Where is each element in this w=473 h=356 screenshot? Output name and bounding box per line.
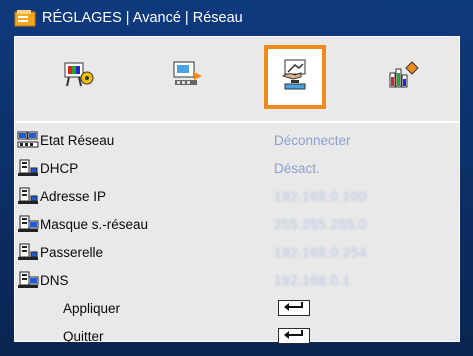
row-dhcp[interactable]: DHCP Désact. [15,156,459,180]
row-gateway[interactable]: Passerelle 192.168.0.254 [15,240,459,264]
gateway-value: 192.168.0.254 [274,244,367,260]
row-subnet-mask[interactable]: Masque s.-réseau 255.255.255.0 [15,212,459,236]
dns-value: 192.168.0.1 [274,272,351,288]
osd-menu-window: RÉGLAGES | Avancé | Réseau Etat Réseau D… [0,0,473,356]
subnet-mask-label: Masque s.-réseau [40,216,149,232]
tab-settings[interactable] [264,45,326,109]
image-settings-icon [63,60,95,95]
tab-options[interactable] [372,45,434,109]
row-ip-address[interactable]: Adresse IP 192.168.0.100 [15,184,459,208]
tab-image[interactable] [48,45,110,109]
network-settings-panel: Etat Réseau Déconnecter DHCP Désact. Adr… [14,122,460,344]
apply-label: Appliquer [63,300,121,316]
settings-folder-icon [14,9,36,27]
dns-label: DNS [40,272,69,288]
apply-enter-button[interactable] [278,300,310,316]
network-plug-icon [17,159,39,177]
network-plug-icon [17,243,39,261]
tab-display[interactable] [157,45,219,109]
settings-hand-icon [279,58,311,97]
ip-address-value: 192.168.0.100 [274,188,367,204]
menu-tab-bar [14,36,460,122]
title-bar: RÉGLAGES | Avancé | Réseau [14,7,459,29]
row-exit[interactable]: Quitter [15,324,459,348]
options-info-icon [387,60,419,95]
menu-title: RÉGLAGES | Avancé | Réseau [42,10,243,26]
gateway-label: Passerelle [40,244,104,260]
network-plug-icon [17,187,39,205]
exit-enter-button[interactable] [278,328,310,344]
enter-key-icon [282,327,306,345]
dhcp-label: DHCP [40,160,79,176]
network-status-value: Déconnecter [274,132,351,148]
row-dns[interactable]: DNS 192.168.0.1 [15,268,459,292]
network-status-label: Etat Réseau [40,132,115,148]
ip-address-label: Adresse IP [40,188,107,204]
network-status-icon [17,131,39,149]
network-card-icon [17,271,39,289]
display-settings-icon [172,60,204,95]
network-card-icon [17,215,39,233]
subnet-mask-value: 255.255.255.0 [274,216,367,232]
row-network-status[interactable]: Etat Réseau Déconnecter [15,128,459,152]
dhcp-value: Désact. [274,160,320,176]
row-apply[interactable]: Appliquer [15,296,459,320]
enter-key-icon [282,299,306,317]
exit-label: Quitter [63,328,104,344]
